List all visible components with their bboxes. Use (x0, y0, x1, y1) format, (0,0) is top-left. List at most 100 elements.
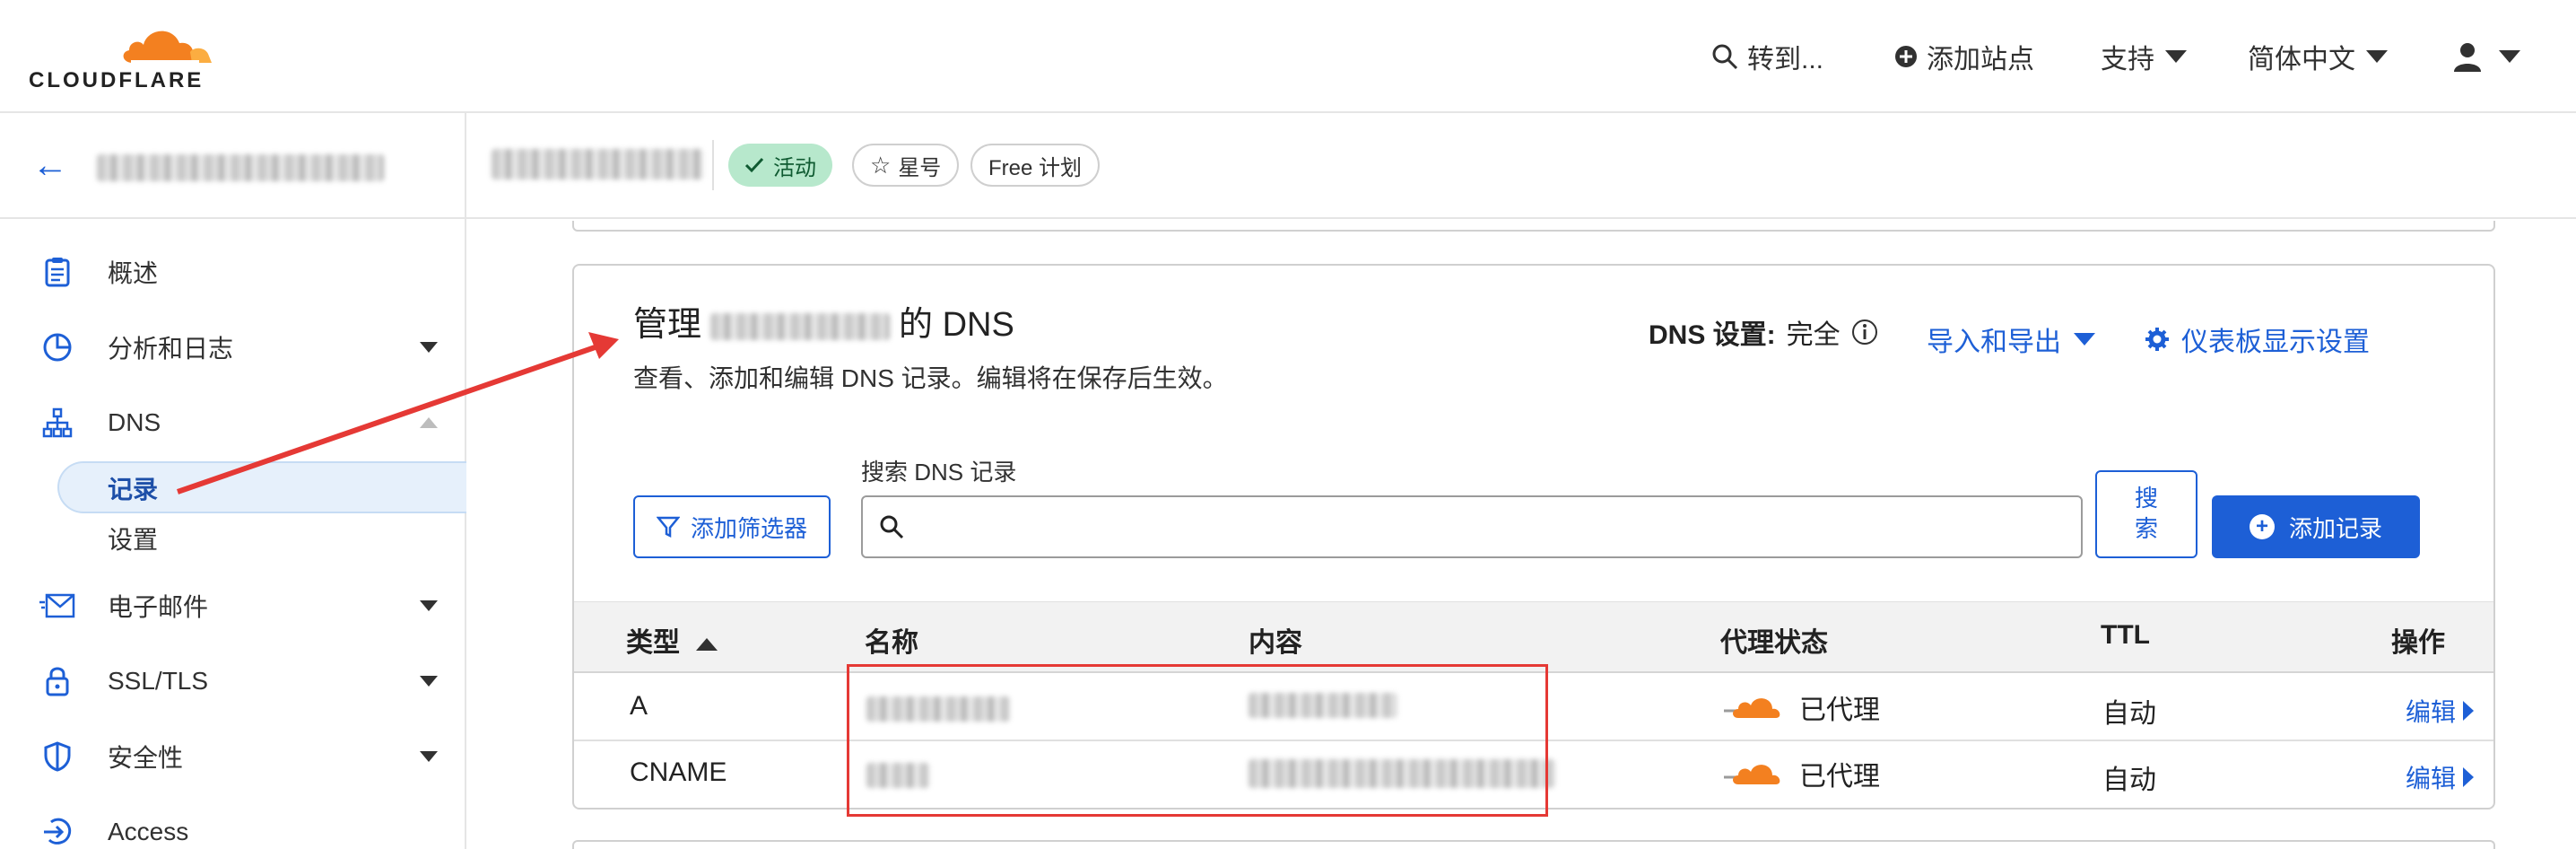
network-icon (39, 405, 75, 441)
sidebar-item-email[interactable]: 电子邮件 (0, 574, 465, 637)
mail-icon (39, 588, 75, 624)
back-arrow-icon[interactable]: ← (32, 147, 68, 183)
sort-ascending-icon (696, 638, 718, 652)
chevron-right-icon (2463, 767, 2474, 787)
language-menu[interactable]: 简体中文 (2248, 34, 2388, 79)
next-card-edge (572, 840, 2495, 849)
search-button[interactable]: 搜索 (2095, 470, 2197, 558)
sidebar-item-access[interactable]: Access (0, 801, 465, 849)
status-badge: 活动 (728, 144, 832, 187)
star-icon: ☆ (870, 151, 892, 179)
column-header-proxy[interactable]: 代理状态 (1720, 620, 1828, 660)
dns-setting: DNS 设置: 完全 (1649, 312, 1878, 352)
sidebar-item-security[interactable]: 安全性 (0, 725, 465, 788)
ttl-value: 自动 (2102, 766, 2156, 795)
support-label: 支持 (2101, 45, 2154, 74)
sidebar-item-overview[interactable]: 概述 (0, 241, 465, 303)
cloud-logo-icon (123, 31, 212, 64)
chevron-down-icon (2165, 50, 2187, 63)
proxy-status: 已代理 (1722, 754, 1880, 793)
user-menu[interactable] (2452, 34, 2520, 79)
sidebar-item-label: 电子邮件 (108, 593, 209, 621)
import-export-label: 导入和导出 (1927, 328, 2061, 357)
chevron-down-icon (420, 676, 438, 687)
column-header-name[interactable]: 名称 (865, 620, 918, 660)
check-icon (744, 157, 764, 173)
language-label: 简体中文 (2248, 45, 2355, 74)
access-icon (39, 814, 75, 849)
ttl-value: 自动 (2102, 699, 2156, 729)
add-record-label: 添加记录 (2288, 514, 2382, 542)
sidebar: ← 概述 分析和日志 DNS 记录 设置 电子邮件 SSL/TLS 安全性 Ac… (0, 113, 466, 849)
add-filter-label: 添加筛选器 (690, 514, 807, 542)
table-header: 类型 名称 内容 代理状态 TTL 操作 (574, 601, 2493, 673)
chevron-right-icon (2463, 701, 2474, 721)
divider (712, 140, 714, 190)
sidebar-item-dns[interactable]: DNS (0, 391, 465, 454)
sidebar-subitem-settings[interactable]: 设置 (108, 521, 158, 556)
sidebar-item-analytics[interactable]: 分析和日志 (0, 316, 465, 379)
card-title: 管理 的 DNS (633, 296, 1014, 346)
sidebar-item-label: DNS (108, 408, 161, 436)
sidebar-item-label: 分析和日志 (108, 335, 234, 363)
chevron-down-icon (420, 342, 438, 353)
column-header-actions: 操作 (2391, 628, 2445, 658)
goto-button[interactable]: 转到... (1711, 34, 1823, 79)
sidebar-subitem-records[interactable]: 记录 (108, 470, 158, 506)
sidebar-item-ssl[interactable]: SSL/TLS (0, 650, 465, 713)
support-menu[interactable]: 支持 (2101, 34, 2187, 79)
chevron-down-icon (2366, 50, 2388, 63)
edit-record-link[interactable]: 编辑 (2406, 693, 2474, 729)
search-label: 搜索 DNS 记录 (861, 459, 1017, 486)
add-filter-button[interactable]: 添加筛选器 (633, 495, 831, 558)
search-button-label: 搜索 (2134, 485, 2158, 542)
status-label: 活动 (773, 155, 816, 180)
add-site-label: 添加站点 (1927, 45, 2034, 74)
sidebar-item-label: Access (108, 818, 189, 845)
filter-icon (656, 516, 680, 538)
column-header-ttl[interactable]: TTL (2101, 620, 2150, 651)
proxy-status-label: 已代理 (1799, 696, 1880, 725)
search-icon (1712, 44, 1738, 70)
dns-setting-value: 完全 (1786, 320, 1841, 350)
star-button[interactable]: ☆ 星号 (852, 144, 960, 187)
edit-label: 编辑 (2405, 698, 2456, 726)
chevron-down-icon (420, 600, 438, 611)
column-header-type[interactable]: 类型 (626, 620, 718, 660)
gear-icon (2145, 328, 2169, 351)
shield-icon (39, 739, 75, 775)
star-label: 星号 (898, 155, 942, 180)
clipboard-icon (39, 254, 75, 290)
search-icon (880, 515, 904, 539)
proxy-status: 已代理 (1722, 687, 1880, 727)
column-header-content[interactable]: 内容 (1249, 620, 1302, 660)
top-bar: CLOUDFLARE 转到... 添加站点 支持 简体中文 (0, 0, 2576, 113)
dashboard-settings-link[interactable]: 仪表板显示设置 (2145, 319, 2370, 359)
site-selector[interactable]: ← (0, 113, 465, 219)
record-type: A (630, 691, 648, 721)
plus-circle-icon: + (2249, 514, 2275, 539)
proxied-cloud-icon (1724, 698, 1780, 718)
plan-label: Free 计划 (988, 155, 1083, 180)
add-site-button[interactable]: 添加站点 (1894, 34, 2034, 79)
plan-badge[interactable]: Free 计划 (970, 144, 1101, 187)
annotation-highlight-box (847, 664, 1548, 817)
edit-label: 编辑 (2405, 765, 2456, 792)
title-suffix: 的 DNS (899, 306, 1014, 344)
sidebar-item-label: SSL/TLS (108, 667, 209, 695)
info-icon[interactable] (1851, 319, 1878, 346)
add-record-button[interactable]: + 添加记录 (2212, 495, 2420, 558)
redacted-domain (710, 312, 891, 340)
cloudflare-logo[interactable]: CLOUDFLARE (29, 16, 226, 93)
search-input[interactable] (861, 495, 2083, 558)
edit-record-link[interactable]: 编辑 (2406, 759, 2474, 795)
card-description: 查看、添加和编辑 DNS 记录。编辑将在保存后生效。 (633, 364, 1228, 392)
chevron-up-icon (420, 417, 438, 428)
chevron-down-icon (420, 751, 438, 762)
record-type: CNAME (630, 757, 727, 787)
zone-header: 活动 ☆ 星号 Free 计划 (466, 113, 2576, 219)
user-icon (2454, 43, 2481, 72)
plus-circle-icon (1895, 46, 1917, 67)
import-export-menu[interactable]: 导入和导出 (1927, 319, 2095, 359)
dashboard-settings-label: 仪表板显示设置 (2181, 328, 2370, 357)
